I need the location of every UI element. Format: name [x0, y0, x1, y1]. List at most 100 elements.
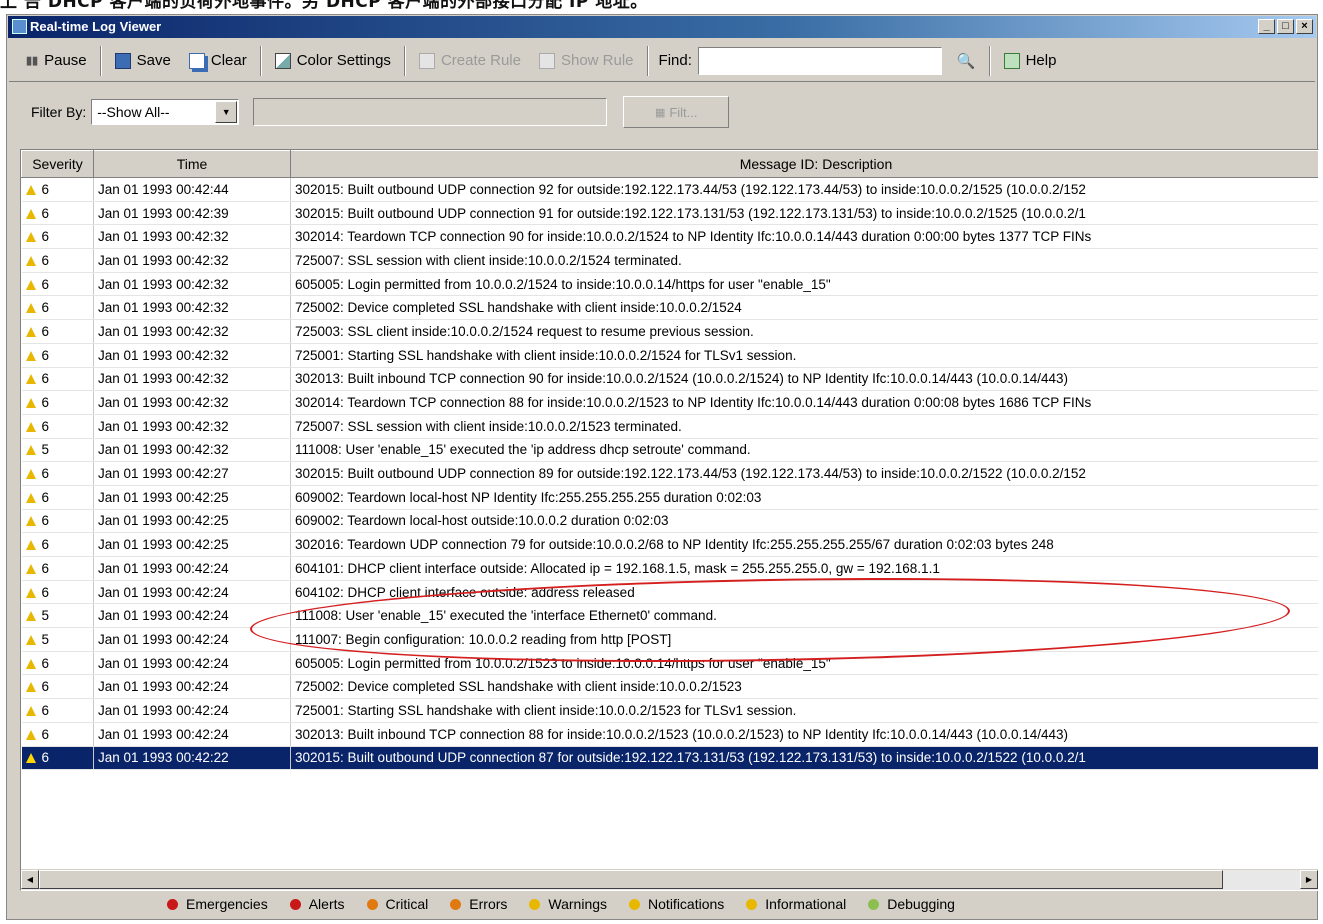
severity-cell: 6 [21, 367, 94, 392]
warning-icon [25, 445, 36, 456]
table-row[interactable]: 6 Jan 01 1993 00:42:32 302014: Teardown TC… [21, 224, 1318, 250]
find-input[interactable] [697, 46, 942, 75]
table-row[interactable]: 5 Jan 01 1993 00:42:32 111008: User 'enabl… [21, 438, 1318, 463]
table-row[interactable]: 6 Jan 01 1993 00:42:32 302014: Teardown TC… [21, 390, 1318, 415]
color-settings-label: Color Settings [296, 52, 391, 69]
table-row[interactable]: 6 Jan 01 1993 00:42:25 609002: Teardown lo… [21, 485, 1318, 510]
severity-dot-icon [366, 898, 378, 910]
table-row[interactable]: 6 Jan 01 1993 00:42:24 605005: Login permi… [21, 651, 1318, 676]
message-cell: 302015: Built outbound UDP connection 87… [290, 746, 1318, 771]
severity-cell: 6 [21, 509, 94, 534]
table-row[interactable]: 6 Jan 01 1993 00:42:44 302015: Built outbo… [21, 177, 1318, 202]
message-cell: 609002: Teardown local-host outside:10.0… [290, 509, 1318, 534]
table-row[interactable]: 6 Jan 01 1993 00:42:24 604102: DHCP client… [21, 580, 1318, 605]
warning-icon [25, 611, 36, 622]
find-button[interactable]: 🔍 [948, 46, 985, 76]
time-cell: Jan 01 1993 00:42:32 [93, 343, 291, 368]
severity-value: 6 [41, 371, 50, 387]
severity-cell: 6 [21, 272, 94, 297]
table-row[interactable]: 6 Jan 01 1993 00:42:32 725007: SSL session… [21, 248, 1318, 273]
pause-icon: ▮▮ [26, 55, 39, 67]
time-cell: Jan 01 1993 00:42:32 [93, 438, 291, 463]
time-cell: Jan 01 1993 00:42:24 [93, 674, 291, 700]
filter-select[interactable]: --Show All-- ▼ [91, 99, 240, 125]
warning-icon [25, 184, 36, 195]
minimize-button[interactable]: _ [1258, 19, 1275, 34]
table-row[interactable]: 6 Jan 01 1993 00:42:27 302015: Built outbo… [21, 461, 1318, 486]
search-icon: 🔍 [956, 52, 976, 70]
table-row[interactable]: 6 Jan 01 1993 00:42:24 604101: DHCP client… [21, 556, 1318, 581]
table-row[interactable]: 6 Jan 01 1993 00:42:24 725002: Device comp… [21, 674, 1318, 700]
legend-item: Informational [746, 896, 846, 912]
horizontal-scrollbar[interactable]: ◀ ▶ [21, 869, 1318, 890]
clear-label: Clear [210, 52, 247, 69]
warning-icon [25, 658, 36, 669]
app-icon [12, 19, 27, 34]
table-row[interactable]: 6 Jan 01 1993 00:42:32 725007: SSL session… [21, 414, 1318, 439]
scroll-right-icon[interactable]: ▶ [1300, 870, 1318, 889]
clear-button[interactable]: Clear [180, 46, 256, 76]
time-cell: Jan 01 1993 00:42:27 [93, 461, 291, 486]
toolbar-separator [99, 45, 102, 76]
pause-button[interactable]: ▮▮ Pause [17, 46, 96, 76]
message-cell: 604102: DHCP client interface outside: a… [290, 580, 1318, 605]
table-row[interactable]: 6 Jan 01 1993 00:42:39 302015: Built outbo… [21, 201, 1318, 226]
table-row[interactable]: 5 Jan 01 1993 00:42:24 111008: User 'enabl… [21, 603, 1318, 629]
legend-item: Critical [366, 896, 428, 912]
severity-value: 6 [41, 655, 50, 671]
column-header-severity[interactable]: Severity [21, 150, 94, 178]
warning-icon [25, 350, 36, 361]
scroll-left-icon[interactable]: ◀ [21, 870, 39, 889]
time-cell: Jan 01 1993 00:42:22 [93, 746, 291, 771]
create-rule-label: Create Rule [440, 52, 521, 69]
show-rule-button[interactable]: Show Rule [530, 46, 643, 76]
table-row[interactable]: 6 Jan 01 1993 00:42:22 302015: Built outbo… [21, 746, 1318, 771]
severity-cell: 6 [21, 390, 94, 415]
severity-value: 6 [41, 300, 50, 316]
table-row[interactable]: 6 Jan 01 1993 00:42:24 302013: Built inbou… [21, 722, 1318, 747]
column-header-time[interactable]: Time [93, 150, 291, 178]
table-row[interactable]: 6 Jan 01 1993 00:42:24 725001: Starting SS… [21, 698, 1318, 723]
severity-cell: 6 [21, 343, 94, 368]
table-row[interactable]: 6 Jan 01 1993 00:42:32 725002: Device comp… [21, 295, 1318, 321]
chevron-down-icon[interactable]: ▼ [215, 101, 238, 123]
message-cell: 111008: User 'enable_15' executed the 'i… [290, 603, 1318, 629]
help-button[interactable]: Help [995, 46, 1066, 76]
table-row[interactable]: 6 Jan 01 1993 00:42:32 302013: Built inbou… [21, 367, 1318, 392]
severity-cell: 6 [21, 674, 94, 700]
filter-button-label: Filt... [669, 104, 698, 120]
table-row[interactable]: 6 Jan 01 1993 00:42:25 609002: Teardown lo… [21, 509, 1318, 534]
color-settings-button[interactable]: Color Settings [266, 46, 400, 76]
warning-icon [25, 682, 36, 693]
clear-icon [188, 52, 205, 69]
severity-value: 6 [41, 229, 50, 245]
message-cell: 725003: SSL client inside:10.0.0.2/1524 … [290, 319, 1318, 344]
toolbar-separator [988, 45, 991, 76]
table-row[interactable]: 6 Jan 01 1993 00:42:32 725001: Starting SS… [21, 343, 1318, 368]
message-cell: 605005: Login permitted from 10.0.0.2/15… [290, 651, 1318, 676]
save-button[interactable]: Save [106, 46, 180, 76]
column-header-description[interactable]: Message ID: Description [290, 150, 1318, 178]
scroll-thumb[interactable] [39, 870, 1223, 889]
severity-cell: 6 [21, 746, 94, 771]
message-cell: 111007: Begin configuration: 10.0.0.2 re… [290, 627, 1318, 652]
severity-dot-icon [289, 898, 301, 910]
severity-cell: 6 [21, 295, 94, 321]
message-cell: 609002: Teardown local-host NP Identity … [290, 485, 1318, 510]
time-cell: Jan 01 1993 00:42:24 [93, 603, 291, 629]
filter-button[interactable]: ▦ Filt... [623, 96, 730, 128]
time-cell: Jan 01 1993 00:42:24 [93, 698, 291, 723]
time-cell: Jan 01 1993 00:42:24 [93, 627, 291, 652]
title-bar[interactable]: Real-time Log Viewer _ □ × [8, 16, 1316, 38]
table-row[interactable]: 6 Jan 01 1993 00:42:25 302016: Teardown UD… [21, 532, 1318, 557]
maximize-button[interactable]: □ [1277, 19, 1294, 34]
filter-text-input[interactable] [253, 98, 608, 126]
table-row[interactable]: 5 Jan 01 1993 00:42:24 111007: Begin confi… [21, 627, 1318, 652]
close-button[interactable]: × [1296, 19, 1313, 34]
table-row[interactable]: 6 Jan 01 1993 00:42:32 725003: SSL client … [21, 319, 1318, 344]
window-title: Real-time Log Viewer [30, 19, 162, 34]
severity-value: 6 [41, 513, 50, 529]
time-cell: Jan 01 1993 00:42:24 [93, 722, 291, 747]
create-rule-button[interactable]: Create Rule [410, 46, 530, 76]
table-row[interactable]: 6 Jan 01 1993 00:42:32 605005: Login permi… [21, 272, 1318, 297]
